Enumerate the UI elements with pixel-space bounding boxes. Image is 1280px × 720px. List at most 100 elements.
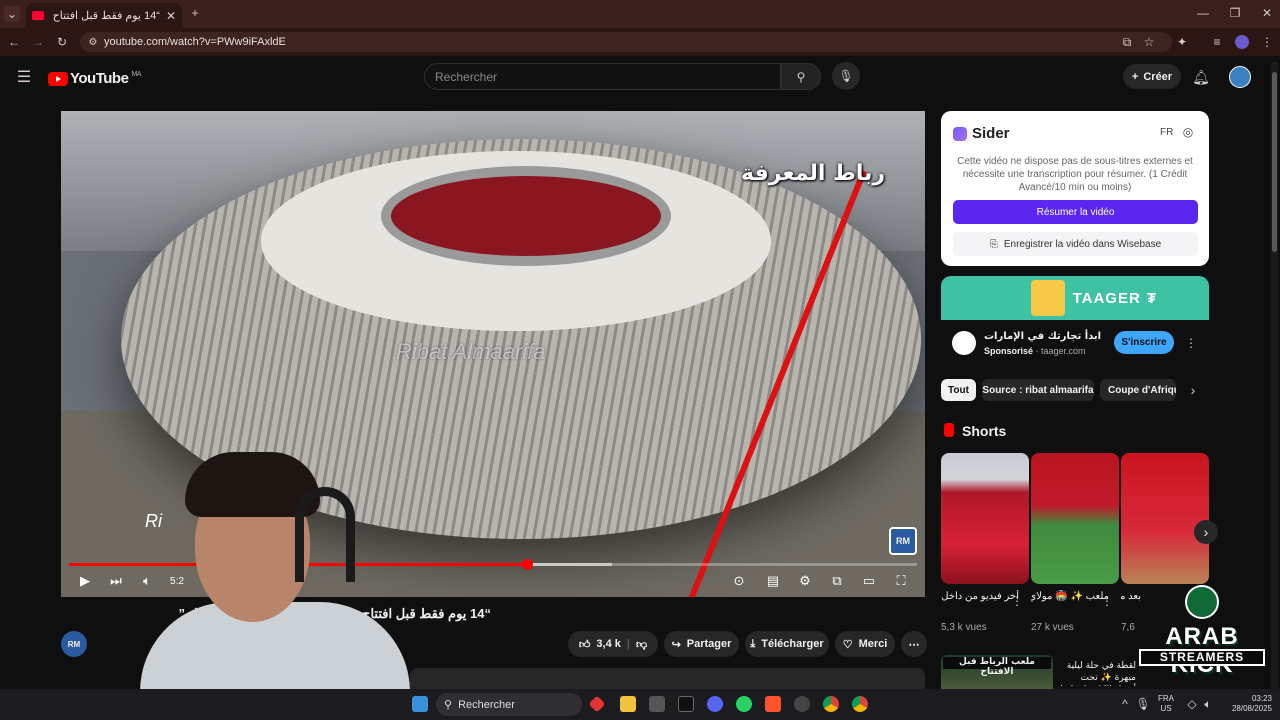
short-thumbnail[interactable] [1031, 453, 1119, 584]
short-thumbnail[interactable] [941, 453, 1029, 584]
share-button[interactable]: ↪ Partager [664, 631, 739, 657]
taskbar-search[interactable]: ⚲ Rechercher [436, 693, 582, 716]
volume-tray-icon[interactable]: 🔈︎ [1202, 697, 1214, 711]
app-icon[interactable] [794, 696, 810, 712]
search-icon: ⚲ [796, 69, 806, 84]
short-title[interactable]: أخر فيديو من داخل ملعب الأمير [941, 590, 1019, 603]
clock[interactable]: 03:23 28/08/2025 [1222, 694, 1272, 714]
notifications-bell-icon[interactable]: 🔔︎ [1192, 69, 1210, 85]
new-tab-icon[interactable]: + [188, 6, 202, 20]
short-thumbnail[interactable] [1121, 453, 1209, 584]
page-scrollbar[interactable] [1271, 62, 1278, 689]
chrome-icon[interactable] [852, 696, 868, 712]
youtube-wordmark: YouTube [70, 70, 129, 87]
browser-tab[interactable]: “14 يوم فقط قبل افتتاح جوهرة ال ✕ [26, 3, 182, 28]
settings-gear-icon[interactable]: ⚙ [795, 571, 815, 591]
youtube-header: ☰ YouTube MA Rechercher ⚲ 🎙 + Créer 🔔︎ [0, 56, 1270, 98]
network-icon[interactable]: ◇ [1186, 697, 1198, 711]
voice-search-button[interactable]: 🎙 [832, 62, 860, 90]
short-views: 5,3 k vues [941, 622, 987, 633]
minimize-icon[interactable]: — [1196, 6, 1210, 20]
next-icon[interactable]: ⏭ [106, 571, 126, 591]
discord-icon[interactable] [707, 696, 723, 712]
miniplayer-icon[interactable]: ⧉ [827, 571, 847, 591]
create-button[interactable]: + Créer [1123, 64, 1181, 89]
lang-line2: US [1160, 704, 1172, 713]
like-button[interactable]: 👍︎ 3,4 k | 👎︎ [568, 631, 658, 657]
close-window-icon[interactable]: ✕ [1260, 6, 1274, 20]
app-icon[interactable] [588, 695, 606, 713]
scrollbar-thumb[interactable] [1272, 72, 1277, 252]
short-more-icon[interactable]: ⋮ [1101, 594, 1113, 608]
description-box[interactable] [410, 668, 925, 689]
chips-next-icon[interactable]: › [1186, 382, 1200, 398]
chrome-icon[interactable] [823, 696, 839, 712]
shorts-next-button[interactable]: › [1194, 520, 1218, 544]
tiktok-icon[interactable] [678, 696, 694, 712]
save-wisebase-button[interactable]: ⎘ Enregistrer la vidéo dans Wisebase [953, 232, 1198, 256]
tray-chevron-icon[interactable]: ^ [1119, 697, 1131, 711]
reload-icon[interactable]: ↻ [55, 35, 69, 49]
next-video-thumbnail[interactable]: ملعب الرباط قبل الافتتاح [941, 655, 1053, 689]
download-button[interactable]: ⤓ Télécharger [745, 631, 829, 657]
account-avatar[interactable] [1229, 66, 1251, 88]
ad-more-icon[interactable]: ⋮ [1185, 335, 1197, 351]
whatsapp-icon[interactable] [736, 696, 752, 712]
subtitles-icon[interactable]: ▤ [763, 571, 783, 591]
channel-avatar[interactable]: RM [61, 631, 87, 657]
autoplay-toggle-icon[interactable]: ⊙ [727, 571, 751, 591]
bookmark-star-icon[interactable]: ☆ [1142, 35, 1156, 49]
tab-search-button[interactable]: ⌄ [4, 6, 20, 22]
progress-scrubber[interactable] [521, 559, 533, 570]
share-icon: ↪ [671, 638, 681, 651]
overlay-watermark: Ribat Almaarifa [396, 339, 546, 364]
channel-watermark-badge[interactable]: RM [889, 527, 917, 555]
search-input[interactable]: Rechercher [424, 63, 781, 90]
youtube-logo[interactable]: YouTube MA [48, 70, 141, 87]
input-language[interactable]: FRA US [1158, 694, 1174, 714]
theater-mode-icon[interactable]: ▭ [859, 571, 879, 591]
summarize-video-button[interactable]: Résumer la vidéo [953, 200, 1198, 224]
shorts-heading: Shorts [962, 423, 1007, 439]
back-icon[interactable]: ← [7, 35, 21, 49]
tab-title: “14 يوم فقط قبل افتتاح جوهرة ال [50, 10, 160, 22]
browser-menu-icon[interactable]: ⋮ [1260, 35, 1274, 49]
site-info-icon[interactable]: ⚙ [86, 35, 100, 49]
stadium-seats [381, 166, 671, 266]
chip-coupe[interactable]: Coupe d'Afrique [1100, 379, 1176, 401]
restore-icon[interactable]: ❐ [1228, 6, 1242, 20]
profile-avatar[interactable] [1235, 35, 1249, 49]
brave-icon[interactable] [765, 696, 781, 712]
sider-header: Sider [953, 125, 1010, 142]
chip-all[interactable]: Tout [941, 379, 976, 401]
thumbs-down-icon[interactable]: 👎︎ [636, 638, 647, 651]
app-icon[interactable] [649, 696, 665, 712]
more-actions-button[interactable]: ⋯ [901, 631, 927, 657]
forward-icon[interactable]: → [31, 35, 45, 49]
microphone-tray-icon[interactable]: 🎙 [1135, 697, 1150, 711]
play-icon[interactable]: ▶ [75, 571, 95, 591]
chip-source[interactable]: Source : ribat almaarifa [982, 379, 1094, 401]
sponsored-ad[interactable]: TAAGER ₮ ابدأ تجارتك في الإمارات Sponsori… [941, 276, 1209, 368]
save-wisebase-label: Enregistrer la vidéo dans Wisebase [1003, 238, 1162, 250]
thanks-button[interactable]: ♡ Merci [835, 631, 895, 657]
watermark-line2: STREAMERS [1139, 649, 1265, 666]
next-video-title[interactable]: لقطة في حلة ليلية مبهرة ✨ تحت أضواء الكا… [1060, 660, 1136, 686]
short-more-icon[interactable]: ⋮ [1011, 594, 1023, 608]
media-icon[interactable]: ≡ [1210, 35, 1224, 49]
file-explorer-icon[interactable] [620, 696, 636, 712]
tab-close-icon[interactable]: ✕ [166, 9, 176, 23]
url-field[interactable]: ⚙ youtube.com/watch?v=PWw9iFAxldE ⧉ ☆ [80, 32, 1172, 52]
short-title[interactable]: ملعب ✨ 🏟️ مولاي عبد [1031, 590, 1109, 603]
fullscreen-icon[interactable]: ⛶ [891, 571, 911, 591]
ad-subscribe-button[interactable]: S'inscrire [1114, 331, 1174, 354]
search-button[interactable]: ⚲ [781, 63, 821, 90]
install-icon[interactable]: ⧉ [1120, 35, 1134, 49]
youtube-play-logo-icon [48, 71, 68, 86]
sider-language[interactable]: FR [1160, 127, 1173, 138]
windows-start-icon[interactable] [412, 696, 428, 712]
ad-brand: TAAGER [1072, 289, 1141, 307]
sider-settings-icon[interactable]: ◎ [1182, 125, 1194, 139]
extensions-icon[interactable]: ✦ [1175, 35, 1189, 49]
hamburger-menu-icon[interactable]: ☰ [16, 69, 32, 86]
